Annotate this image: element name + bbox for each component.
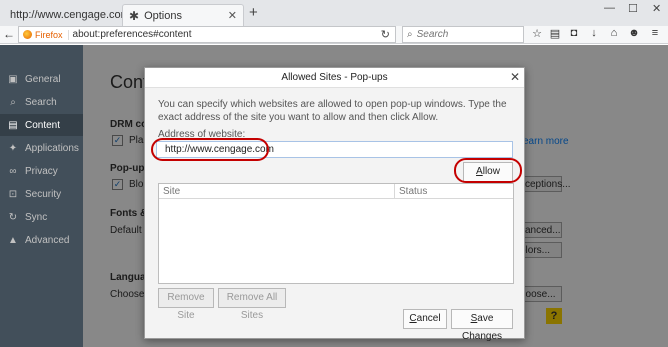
identity-label: Firefox [35,29,69,40]
address-input[interactable] [156,141,513,158]
remove-all-sites-button[interactable]: Remove All Sites [218,288,286,321]
general-icon: ▣ [8,73,18,85]
download-icon[interactable]: ↓ [587,27,601,39]
url-text: about:preferences#content [72,29,192,40]
sidebar-item-label: Privacy [25,165,58,177]
sites-list[interactable]: Site Status [158,183,514,284]
remove-all-sites-label: Remove All Sites [226,292,278,321]
dialog-description: You can specify which websites are allow… [158,99,507,123]
dialog-title: Allowed Sites - Pop-ups [145,68,524,88]
tab-options[interactable]: ✱ Options ✕ [122,4,244,26]
sidebar-item-security[interactable]: ⊡ Security [0,183,83,205]
search-icon: ⌕ [10,96,16,108]
clipboard-icon[interactable]: ▤ [548,27,562,40]
list-header: Site Status [159,184,513,199]
maximize-icon[interactable]: ☐ [628,2,638,15]
search-input[interactable] [416,29,507,40]
new-tab-icon[interactable]: + [249,5,258,20]
sync-icon: ↻ [8,211,18,223]
home-icon[interactable]: ⌂ [607,27,621,39]
column-header-status[interactable]: Status [395,184,515,199]
wizard-hat-icon: ▲ [8,234,18,246]
close-icon[interactable]: ✕ [510,70,520,84]
sidebar-item-advanced[interactable]: ▲ Advanced [0,229,83,251]
sidebar-item-privacy[interactable]: ∞ Privacy [0,160,83,182]
gear-icon: ✱ [129,8,140,23]
window-close-icon[interactable]: ✕ [652,2,661,15]
remove-site-button[interactable]: Remove Site [158,288,214,321]
sidebar-item-sync[interactable]: ↻ Sync [0,206,83,228]
sidebar-item-label: Security [25,188,62,200]
tab-cengage[interactable]: http://www.cengage.com/us/ ✕ [4,4,157,26]
pocket-icon[interactable]: ◘ [567,27,581,39]
sidebar-item-label: Applications [25,142,79,154]
firefox-logo-icon [23,30,32,39]
tab-strip: http://www.cengage.com/us/ ✕ ✱ Options ✕… [0,0,668,26]
content-icon: ▤ [8,119,18,131]
sidebar-item-general[interactable]: ▣ General [0,68,83,90]
search-icon: ⌕ [407,29,413,40]
tab-title: Options [144,9,182,22]
allowed-sites-dialog: Allowed Sites - Pop-ups ✕ You can specif… [144,67,525,342]
save-changes-button[interactable]: Save Changes [451,309,513,342]
sidebar-item-content[interactable]: ▤ Content [0,114,83,136]
sidebar-item-label: Search [25,96,57,108]
close-icon[interactable]: ✕ [228,9,237,22]
address-label: Address of website: [158,129,246,140]
chat-icon[interactable]: ☻ [627,27,641,39]
sidebar-item-label: General [25,73,61,85]
menu-icon[interactable]: ≡ [648,27,662,39]
cancel-button[interactable]: Cancel [403,309,447,329]
sidebar-item-label: Advanced [25,234,70,246]
search-bar[interactable]: ⌕ [402,26,524,43]
save-changes-label: Save Changes [461,313,503,342]
minimize-icon[interactable]: — [604,2,615,14]
allow-button[interactable]: Allow [463,162,513,182]
sidebar-item-search[interactable]: ⌕ Search [0,91,83,113]
url-bar[interactable]: Firefox about:preferences#content ↻ [18,26,396,43]
mask-icon: ∞ [9,165,17,177]
sidebar-item-applications[interactable]: ✦ Applications [0,137,83,159]
remove-site-label: Remove Site [167,292,205,321]
applications-icon: ✦ [8,142,18,154]
nav-toolbar: ← Firefox about:preferences#content ↻ ⌕ … [0,26,668,44]
sidebar-item-label: Sync [25,211,48,223]
preferences-sidebar: ▣ General ⌕ Search ▤ Content ✦ Applicati… [0,45,83,347]
allow-label: Allow [476,166,500,177]
sidebar-item-label: Content [25,119,61,131]
bookmark-star-icon[interactable]: ☆ [530,27,544,40]
back-arrow-icon[interactable]: ← [3,27,15,41]
cancel-label: Cancel [409,313,441,324]
lock-icon: ⊡ [8,188,18,200]
column-header-site[interactable]: Site [159,184,395,199]
reload-icon[interactable]: ↻ [381,28,390,41]
